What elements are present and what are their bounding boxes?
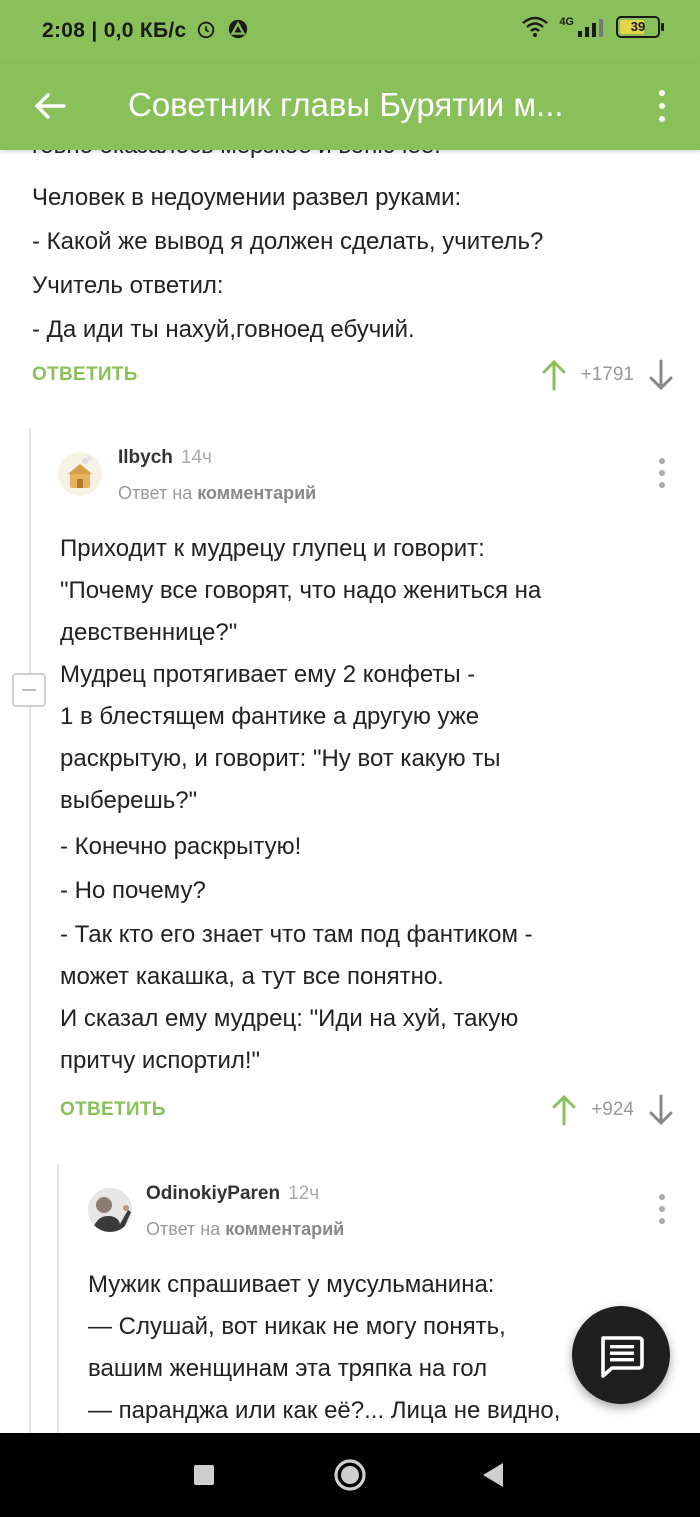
downvote-arrow-icon[interactable]: [648, 1094, 674, 1126]
post-cut-line: говно оказалось мерзкое и вонючее.: [32, 150, 441, 167]
upvote-arrow-icon[interactable]: [551, 1094, 577, 1126]
status-time: 2:08 | 0,0 КБ/с: [42, 18, 249, 43]
page-title: Советник главы Бурятии м...: [128, 86, 564, 123]
comment-body: Приходит к мудрецу глупец и говорит: "По…: [60, 535, 542, 1074]
post-text: Человек в недоумении развел руками: - Ка…: [32, 184, 544, 343]
back-arrow-icon[interactable]: [30, 86, 70, 126]
alarm-icon: [197, 21, 214, 39]
home-icon[interactable]: [333, 1458, 367, 1492]
upvote-arrow-icon[interactable]: [541, 359, 567, 391]
comments-scroll[interactable]: говно оказалось мерзкое и вонючее. Челов…: [0, 150, 700, 1433]
comment-time: 12ч: [288, 1183, 320, 1204]
network-type: 4G: [559, 16, 574, 28]
app-bar: Советник главы Бурятии м...: [0, 64, 700, 150]
status-icons: 4G 39: [521, 16, 664, 38]
comment-actions: ОТВЕТИТЬ +924: [60, 1090, 674, 1130]
system-nav-bar: [0, 1433, 700, 1517]
comment-username[interactable]: OdinokiyParen 12ч: [146, 1183, 319, 1205]
back-nav-icon[interactable]: [481, 1462, 505, 1488]
reply-to-label: Ответ на комментарий: [146, 1219, 345, 1239]
comment-username[interactable]: Ilbych 14ч: [118, 447, 212, 469]
new-comment-fab[interactable]: [572, 1306, 670, 1404]
reply-button[interactable]: ОТВЕТИТЬ: [32, 364, 138, 386]
signal-icon: [578, 19, 603, 37]
collapse-thread-button[interactable]: [12, 673, 46, 707]
battery-icon: 39: [616, 16, 664, 38]
avatar[interactable]: [88, 1188, 132, 1232]
reply-to-link[interactable]: комментарий: [225, 1219, 344, 1239]
reply-button[interactable]: ОТВЕТИТЬ: [60, 1099, 166, 1121]
recent-apps-icon[interactable]: [193, 1464, 215, 1486]
status-bar: 2:08 | 0,0 КБ/с 4G 39: [0, 0, 700, 64]
app-triangle-icon: [228, 19, 247, 39]
reply-to-label: Ответ на комментарий: [118, 483, 317, 503]
rating-count: +924: [591, 1099, 634, 1120]
more-vert-icon[interactable]: [654, 86, 670, 126]
thread-line: [29, 428, 31, 1433]
comment-icon: [601, 1336, 644, 1378]
downvote-arrow-icon[interactable]: [648, 359, 674, 391]
comment-menu-icon[interactable]: [658, 1194, 666, 1224]
post-actions: ОТВЕТИТЬ +1791: [32, 355, 674, 395]
rating-count: +1791: [580, 364, 634, 385]
wifi-icon: [522, 16, 549, 37]
comment-menu-icon[interactable]: [658, 458, 666, 488]
avatar[interactable]: [58, 452, 102, 496]
thread-line: [57, 1164, 59, 1433]
reply-to-link[interactable]: комментарий: [197, 483, 316, 503]
comment-time: 14ч: [180, 447, 212, 468]
